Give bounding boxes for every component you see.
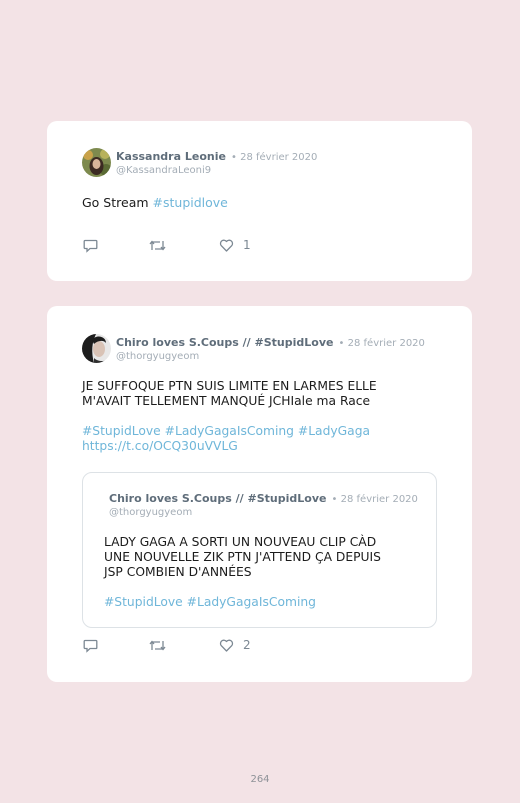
quoted-tweet-header: Chiro loves S.Coups // #StupidLove • 28 … [109,490,418,519]
quoted-tweet-date[interactable]: • 28 février 2020 [332,494,418,505]
tweet-header: Kassandra Leonie • 28 février 2020 @Kass… [82,148,317,177]
tweet-card: Chiro loves S.Coups // #StupidLove • 28 … [47,306,472,682]
tweet-actions: 1 [82,238,282,254]
tweet-text-body: Go Stream [82,195,153,210]
quoted-text-line: JSP COMBIEN D'ANNÉES [104,565,252,579]
tweet-header: Chiro loves S.Coups // #StupidLove • 28 … [82,334,425,363]
retweet-icon[interactable] [149,638,166,653]
quoted-author-handle[interactable]: @thorgyugyeom [109,506,418,519]
quoted-tweet-text: LADY GAGA A SORTI UN NOUVEAU CLIP CÀD UN… [104,535,381,610]
tweet-text-line: M'AVAIT TELLEMENT MANQUÉ JCHIale ma Race [82,394,371,408]
tweet-text: Go Stream #stupidlove [82,195,228,210]
hashtag-link[interactable]: #stupidlove [153,195,228,210]
hashtag-links[interactable]: #StupidLove #LadyGagaIsComing #LadyGaga [82,424,377,439]
like-count: 2 [243,638,251,652]
page-number: 264 [250,774,270,785]
author-name[interactable]: Kassandra Leonie [116,150,226,163]
quoted-text-line: UNE NOUVELLE ZIK PTN J'ATTEND ÇA DEPUIS [104,550,381,564]
retweet-icon[interactable] [149,238,166,253]
author-name[interactable]: Chiro loves S.Coups // #StupidLove [116,336,333,349]
reply-icon[interactable] [83,238,98,253]
tweet-text: JE SUFFOQUE PTN SUIS LIMITE EN LARMES EL… [82,379,377,454]
avatar[interactable] [82,148,111,177]
heart-icon[interactable] [219,238,234,253]
reply-icon[interactable] [83,638,98,653]
quoted-author-name[interactable]: Chiro loves S.Coups // #StupidLove [109,492,326,505]
avatar[interactable] [82,334,111,363]
author-handle[interactable]: @KassandraLeoni9 [116,164,317,177]
tweet-date[interactable]: • 28 février 2020 [339,338,425,349]
like-count: 1 [243,238,251,252]
heart-icon[interactable] [219,638,234,653]
author-handle[interactable]: @thorgyugyeom [116,350,425,363]
tweet-date[interactable]: • 28 février 2020 [231,152,317,163]
tweet-card: Kassandra Leonie • 28 février 2020 @Kass… [47,121,472,281]
quoted-hashtag-links[interactable]: #StupidLove #LadyGagaIsComing [104,595,381,610]
tweet-text-line: JE SUFFOQUE PTN SUIS LIMITE EN LARMES EL… [82,379,377,393]
quoted-tweet[interactable]: Chiro loves S.Coups // #StupidLove • 28 … [82,472,437,628]
tweet-actions: 2 [82,638,282,654]
quoted-text-line: LADY GAGA A SORTI UN NOUVEAU CLIP CÀD [104,535,377,549]
tweet-url-link[interactable]: https://t.co/OCQ30uVVLG [82,439,377,454]
